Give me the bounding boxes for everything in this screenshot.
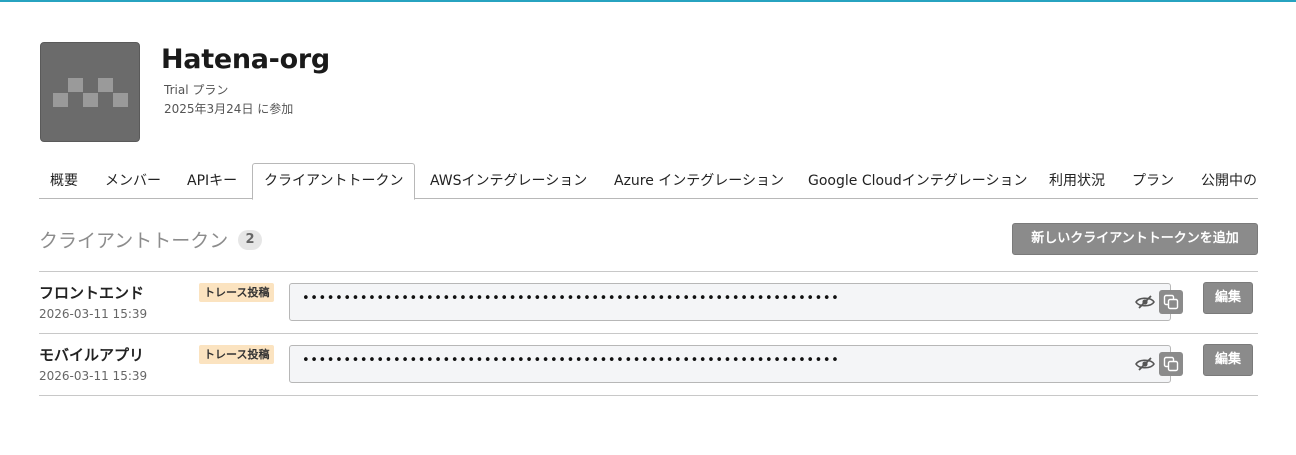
token-name: モバイルアプリ: [39, 346, 145, 364]
tab-client-tokens[interactable]: クライアントトークン: [252, 163, 416, 200]
token-created-date: 2026-03-11 15:39: [39, 307, 148, 321]
copy-icon: [1163, 294, 1179, 310]
tab-label: 利用状況: [1049, 173, 1105, 189]
settings-tabs: 概要 メンバー APIキー クライアントトークン AWSインテグレーション Az…: [39, 163, 1258, 200]
token-value-field[interactable]: ••••••••••••••••••••••••••••••••••••••••…: [289, 283, 1171, 321]
tab-members[interactable]: メンバー: [94, 163, 172, 199]
top-accent-line: [0, 0, 1296, 2]
tab-label: APIキー: [187, 173, 238, 189]
masked-token-value: ••••••••••••••••••••••••••••••••••••••••…: [302, 291, 840, 306]
tab-label: 概要: [50, 173, 78, 189]
copy-token-button[interactable]: [1159, 290, 1183, 314]
tab-google-cloud-integration[interactable]: Google Cloudインテグレーション: [797, 163, 1039, 199]
copy-icon: [1163, 356, 1179, 372]
eye-slash-icon[interactable]: [1135, 356, 1155, 372]
tab-label: AWSインテグレーション: [430, 173, 588, 189]
token-created-date: 2026-03-11 15:39: [39, 369, 148, 383]
tab-label: プラン: [1132, 173, 1174, 189]
masked-token-value: ••••••••••••••••••••••••••••••••••••••••…: [302, 353, 840, 368]
org-avatar: [40, 42, 140, 142]
org-name: Hatena-org: [161, 44, 330, 75]
token-row: モバイルアプリ 2026-03-11 15:39 トレース投稿 ••••••••…: [39, 334, 1258, 396]
org-joined-date: 2025年3月24日 に参加: [164, 102, 294, 116]
org-plan: Trial プラン: [164, 83, 229, 97]
tab-aws-integration[interactable]: AWSインテグレーション: [419, 163, 598, 199]
add-client-token-button[interactable]: 新しいクライアントトークンを追加: [1012, 223, 1258, 255]
token-count-badge: 2: [238, 230, 262, 250]
tab-azure-integration[interactable]: Azure インテグレーション: [603, 163, 795, 199]
tab-plan[interactable]: プラン: [1121, 163, 1185, 199]
edit-token-button[interactable]: 編集: [1203, 282, 1253, 314]
tab-overview[interactable]: 概要: [39, 163, 89, 199]
tab-label: Google Cloudインテグレーション: [808, 173, 1028, 189]
tab-label: Azure インテグレーション: [614, 173, 785, 189]
copy-token-button[interactable]: [1159, 352, 1183, 376]
tab-api-keys[interactable]: APIキー: [176, 163, 248, 199]
tab-usage[interactable]: 利用状況: [1038, 163, 1116, 199]
eye-slash-icon[interactable]: [1135, 294, 1155, 310]
token-name: フロントエンド: [39, 284, 145, 302]
tab-public[interactable]: 公開中の: [1190, 163, 1268, 199]
tab-label: メンバー: [105, 173, 161, 189]
org-pattern-avatar-icon: [53, 78, 128, 107]
token-scope-badge: トレース投稿: [199, 283, 275, 302]
tab-label: クライアントトークン: [264, 173, 404, 189]
edit-token-button[interactable]: 編集: [1203, 344, 1253, 376]
token-scope-badge: トレース投稿: [199, 345, 275, 364]
token-row: フロントエンド 2026-03-11 15:39 トレース投稿 ••••••••…: [39, 272, 1258, 334]
section-title: クライアントトークン: [39, 230, 229, 252]
tab-label: 公開中の: [1201, 173, 1257, 189]
token-value-field[interactable]: ••••••••••••••••••••••••••••••••••••••••…: [289, 345, 1171, 383]
